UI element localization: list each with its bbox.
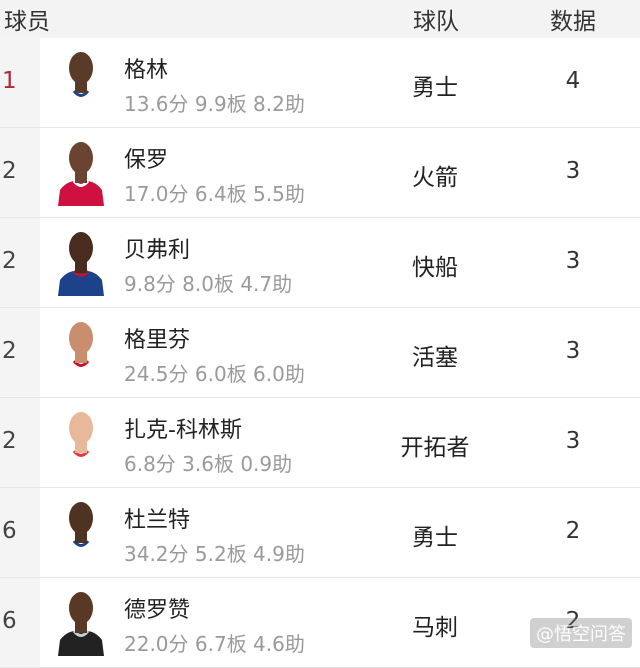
rank: 2 — [2, 158, 17, 184]
rank: 2 — [2, 248, 17, 274]
stat-value: 3 — [565, 158, 581, 184]
team-name: 火箭 — [412, 165, 458, 191]
player-stat-line: 17.0分 6.4板 5.5助 — [124, 182, 305, 206]
player-stat-line: 13.6分 9.9板 8.2助 — [124, 92, 305, 116]
rank: 6 — [2, 608, 17, 634]
team-name: 勇士 — [412, 525, 458, 551]
player-stat-line: 22.0分 6.7板 4.6助 — [124, 632, 305, 656]
table-row[interactable]: 1 格林 13.6分 9.9板 8.2助 勇士 4 — [0, 38, 640, 128]
rank-cell: 2 — [0, 308, 40, 397]
watermark: @悟空问答 — [530, 618, 632, 648]
rank-cell: 2 — [0, 398, 40, 487]
player-name: 格林 — [124, 58, 169, 83]
table-row[interactable]: 2 格里芬 24.5分 6.0板 6.0助 活塞 3 — [0, 308, 640, 398]
rank: 2 — [2, 428, 17, 454]
player-stat-line: 9.8分 8.0板 4.7助 — [124, 272, 293, 296]
table-row[interactable]: 2 扎克-科林斯 6.8分 3.6板 0.9助 开拓者 3 — [0, 398, 640, 488]
table-row[interactable]: 2 保罗 17.0分 6.4板 5.5助 火箭 3 — [0, 128, 640, 218]
header-player: 球员 — [4, 9, 50, 35]
player-list: 1 格林 13.6分 9.9板 8.2助 勇士 4 2 保罗 17.0分 6.4板 5.5助火… — [0, 38, 640, 668]
player-avatar — [58, 142, 104, 206]
team-name: 活塞 — [412, 345, 458, 371]
header-stat: 数据 — [550, 9, 596, 35]
player-avatar — [58, 232, 104, 296]
player-stat-line: 24.5分 6.0板 6.0助 — [124, 362, 305, 386]
stat-value: 3 — [565, 338, 581, 364]
rank: 6 — [2, 518, 17, 544]
player-name: 格里芬 — [124, 328, 191, 353]
player-name: 德罗赞 — [124, 598, 191, 623]
player-avatar — [58, 52, 104, 116]
player-stat-line: 34.2分 5.2板 4.9助 — [124, 542, 305, 566]
rank-cell: 1 — [0, 38, 40, 127]
player-name: 保罗 — [124, 148, 169, 173]
stat-value: 2 — [565, 518, 581, 544]
rank: 2 — [2, 338, 17, 364]
rank-cell: 6 — [0, 488, 40, 577]
table-row[interactable]: 6 杜兰特 34.2分 5.2板 4.9助 勇士 2 — [0, 488, 640, 578]
player-avatar — [58, 592, 104, 656]
stat-value: 3 — [565, 428, 581, 454]
stat-value: 4 — [565, 68, 581, 94]
table-header: 球员 球队 数据 — [0, 0, 640, 38]
player-name: 杜兰特 — [124, 508, 191, 533]
rank-cell: 2 — [0, 218, 40, 307]
rank-cell: 6 — [0, 578, 40, 667]
player-avatar — [58, 412, 104, 476]
player-avatar — [58, 322, 104, 386]
rank: 1 — [2, 68, 17, 94]
team-name: 马刺 — [412, 615, 458, 641]
stat-value: 3 — [565, 248, 581, 274]
team-name: 快船 — [412, 255, 458, 281]
player-name: 贝弗利 — [124, 238, 191, 263]
team-name: 勇士 — [412, 75, 458, 101]
player-name: 扎克-科林斯 — [124, 418, 242, 443]
table-row[interactable]: 2 贝弗利 9.8分 8.0板 4.7助 快船 3 — [0, 218, 640, 308]
rank-cell: 2 — [0, 128, 40, 217]
team-name: 开拓者 — [400, 435, 470, 461]
player-avatar — [58, 502, 104, 566]
header-team: 球队 — [413, 9, 459, 35]
player-stat-line: 6.8分 3.6板 0.9助 — [124, 452, 293, 476]
